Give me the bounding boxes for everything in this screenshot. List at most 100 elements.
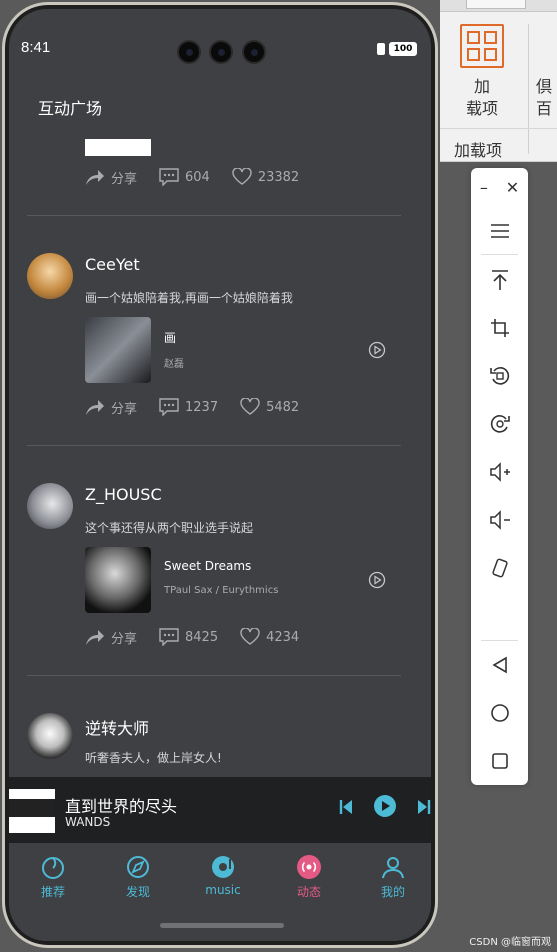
minimize-icon[interactable]: – <box>480 178 488 197</box>
avatar[interactable] <box>27 253 73 299</box>
page-title: 互动广场 <box>38 99 103 118</box>
play-icon[interactable] <box>373 794 397 818</box>
post-text: 这个事还得从两个职业选手说起 <box>85 521 254 535</box>
tab-profile[interactable]: 我的 <box>363 853 423 900</box>
ribbon-next-label[interactable]: 倶百 <box>536 76 552 120</box>
player-artist: WANDS <box>65 815 111 829</box>
post-divider <box>27 445 401 446</box>
addins-button-label[interactable]: 加载项 <box>456 76 508 120</box>
ribbon-separator <box>440 128 557 129</box>
comment-button[interactable]: 604 <box>159 168 210 186</box>
close-icon[interactable]: ✕ <box>506 178 519 197</box>
battery-level: 100 <box>389 42 417 56</box>
toolbar-divider <box>481 640 518 641</box>
watermark: CSDN @临窗而观 <box>469 937 551 948</box>
heart-icon <box>240 398 260 415</box>
tab-label: 推荐 <box>40 885 65 899</box>
emulator-toolbar: – ✕ <box>471 168 528 785</box>
comment-icon <box>159 168 179 186</box>
addins-icon[interactable] <box>460 24 504 68</box>
post-image-partial <box>85 139 151 156</box>
song-card[interactable]: 画 赵磊 <box>85 317 386 383</box>
play-circle-icon[interactable] <box>368 571 386 589</box>
share-button[interactable]: 分享 <box>85 168 137 187</box>
like-count: 5482 <box>266 399 300 415</box>
rotate-left-icon[interactable] <box>471 361 528 391</box>
post-text: 听奢香夫人，做上岸女人! <box>85 751 222 765</box>
recents-icon[interactable] <box>471 746 528 776</box>
like-button[interactable]: 23382 <box>232 168 299 186</box>
comment-count: 1237 <box>185 399 219 415</box>
broadcast-icon <box>297 855 321 879</box>
ribbon-top-strip <box>440 0 557 12</box>
post-username[interactable]: Z_HOUSC <box>85 485 162 504</box>
phone-bezel: 8:41 100 互动广场 分享 604 23382 CeeYet 画一个姑娘陪… <box>5 5 435 945</box>
rotate-right-icon[interactable] <box>471 409 528 439</box>
crop-icon[interactable] <box>471 313 528 343</box>
player-cover <box>9 789 55 833</box>
home-icon[interactable] <box>471 698 528 728</box>
heart-icon <box>232 168 252 185</box>
comment-count: 604 <box>185 169 210 185</box>
share-button[interactable]: 分享 <box>85 398 137 417</box>
song-title: 画 <box>164 331 177 345</box>
alert-icon <box>377 43 385 55</box>
back-icon[interactable] <box>471 650 528 680</box>
music-icon <box>212 856 234 878</box>
like-button[interactable]: 4234 <box>240 628 299 646</box>
camera-icon <box>177 40 201 64</box>
toolbar-window-controls: – ✕ <box>471 172 528 202</box>
share-label: 分享 <box>111 631 138 647</box>
status-bar: 8:41 100 <box>9 9 431 64</box>
phone-screen: 8:41 100 互动广场 分享 604 23382 CeeYet 画一个姑娘陪… <box>9 9 431 941</box>
post-username[interactable]: 逆转大师 <box>85 715 149 739</box>
tab-label: 发现 <box>125 885 150 899</box>
comment-button[interactable]: 1237 <box>159 398 218 416</box>
tab-label: 动态 <box>296 885 321 899</box>
share-button[interactable]: 分享 <box>85 628 137 647</box>
song-artist: TPaul Sax / Eurythmics <box>164 585 279 596</box>
menu-icon[interactable] <box>471 216 528 246</box>
pin-top-icon[interactable] <box>471 265 528 295</box>
ribbon-tab[interactable] <box>466 0 526 9</box>
post-actions: 分享 8425 4234 <box>85 627 321 647</box>
mini-player[interactable]: 直到世界的尽头 WANDS <box>9 777 431 843</box>
play-circle-icon[interactable] <box>368 341 386 359</box>
toolbar-divider <box>481 254 518 255</box>
rotate-screen-icon[interactable] <box>471 553 528 583</box>
next-icon[interactable] <box>417 799 431 815</box>
phone-frame: 8:41 100 互动广场 分享 604 23382 CeeYet 画一个姑娘陪… <box>2 2 438 948</box>
like-button[interactable]: 5482 <box>240 398 299 416</box>
like-count: 4234 <box>266 629 300 645</box>
song-cover <box>85 317 151 383</box>
compass-icon <box>127 856 149 878</box>
tab-discover[interactable]: 发现 <box>108 853 168 900</box>
tab-recommend[interactable]: 推荐 <box>23 853 83 900</box>
volume-up-icon[interactable] <box>471 457 528 487</box>
heart-icon <box>240 628 260 645</box>
avatar[interactable] <box>27 713 73 759</box>
post-text: 画一个姑娘陪着我,再画一个姑娘陪着我 <box>85 291 293 305</box>
like-count: 23382 <box>257 169 300 185</box>
song-card[interactable]: Sweet Dreams TPaul Sax / Eurythmics <box>85 547 386 613</box>
share-label: 分享 <box>111 171 138 187</box>
tab-music[interactable]: music <box>193 853 253 897</box>
previous-icon[interactable] <box>339 799 353 815</box>
volume-down-icon[interactable] <box>471 505 528 535</box>
post-actions: 分享 1237 5482 <box>85 397 321 417</box>
avatar[interactable] <box>27 483 73 529</box>
comment-button[interactable]: 8425 <box>159 628 218 646</box>
tab-label: music <box>205 883 241 897</box>
home-indicator[interactable] <box>160 923 284 928</box>
share-icon <box>86 170 104 185</box>
recommend-icon <box>42 857 64 879</box>
song-artist: 赵磊 <box>164 359 184 370</box>
comment-icon <box>159 628 179 646</box>
tab-feed[interactable]: 动态 <box>279 853 339 900</box>
post-divider <box>27 215 401 216</box>
post-username[interactable]: CeeYet <box>85 255 140 274</box>
comment-count: 8425 <box>185 629 219 645</box>
comment-icon <box>159 398 179 416</box>
status-time: 8:41 <box>21 39 51 56</box>
camera-icon <box>209 40 233 64</box>
